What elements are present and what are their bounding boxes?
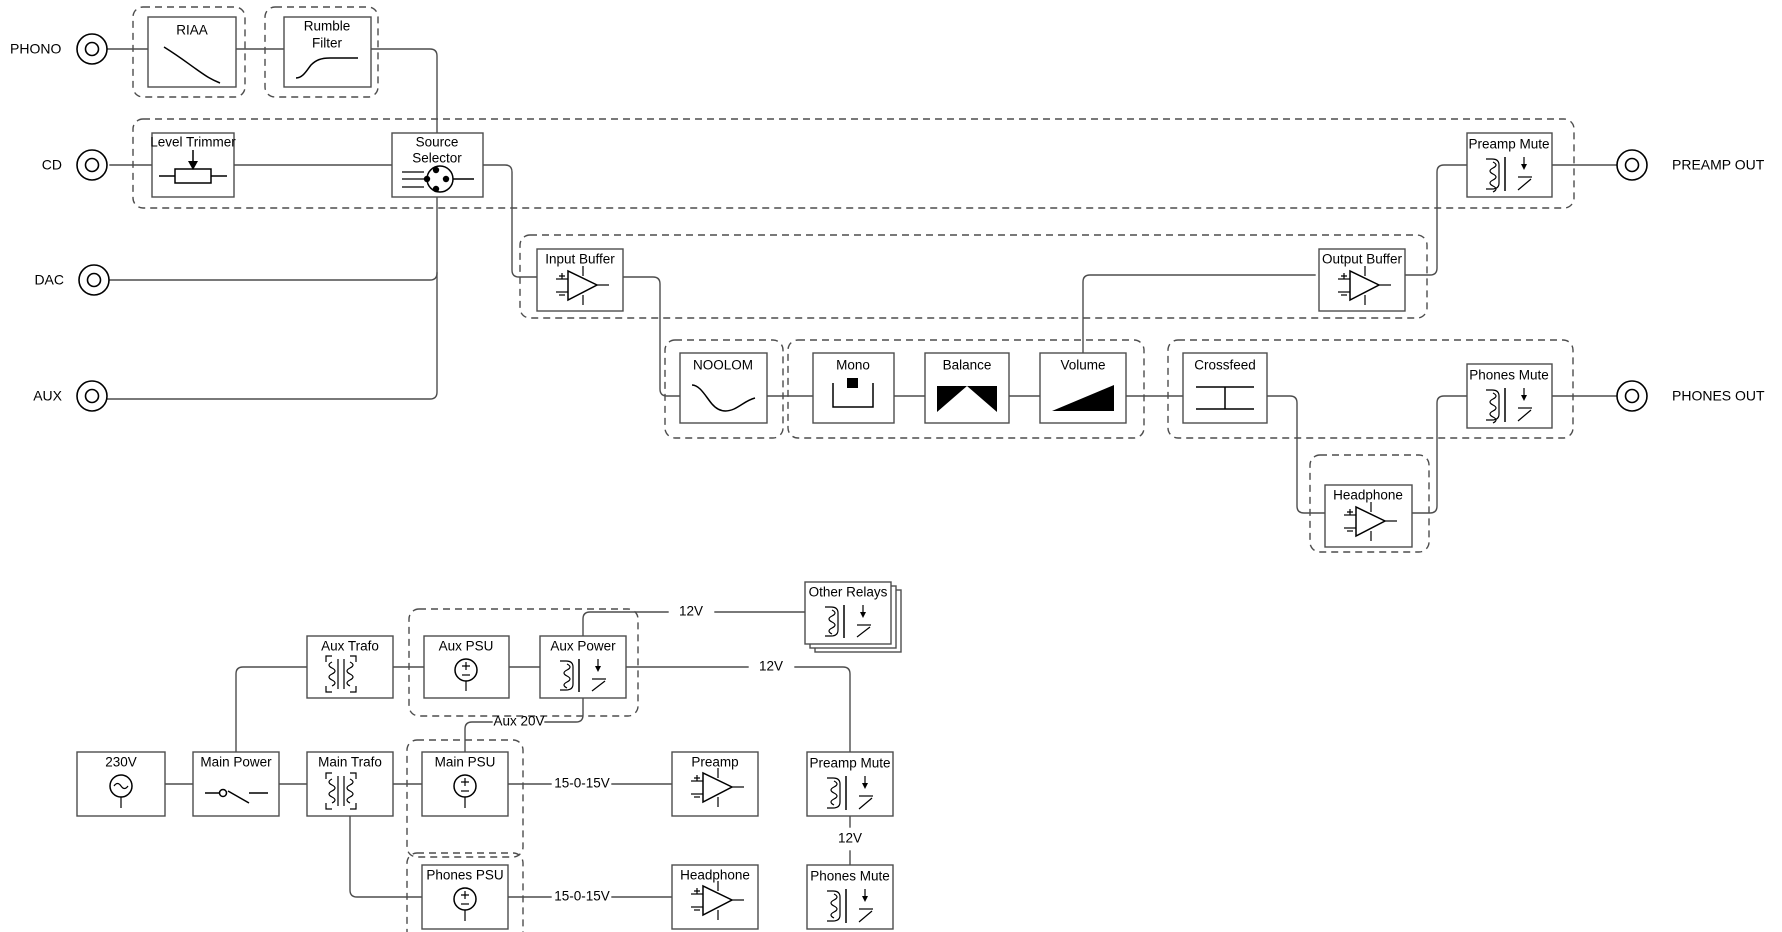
block-label-source-1: Source [416,135,459,150]
block-crossfeed[interactable]: Crossfeed [1182,352,1268,424]
input-label-phono: PHONO [10,41,61,57]
block-headphone-load[interactable]: Headphone [671,864,759,930]
wire-label-phones-rail: 15-0-15V [554,889,610,904]
wire-crossfeed-to-headphone [1266,395,1326,514]
wire-label-preamp-rail: 15-0-15V [554,776,610,791]
wire-outputbuffer-to-preampmute [1404,164,1468,276]
block-label-mono: Mono [836,358,870,373]
block-main-psu[interactable]: Main PSU [421,751,509,817]
block-preamp-mute-power[interactable]: Preamp Mute [806,751,894,817]
wire-label-mute-12v: 12V [838,831,862,846]
input-label-aux: AUX [33,388,62,404]
wire-selector-to-inputbuffer [482,164,538,278]
block-label-phones-mute: Phones Mute [1469,368,1549,383]
block-label-level-trimmer: Level Trimmer [150,135,236,150]
wire-mainpower-to-auxtrafo [235,666,308,754]
input-jack-cd[interactable] [76,149,108,181]
output-jack-preamp[interactable] [1616,149,1648,181]
wire-label-aux-12v: 12V [759,659,783,674]
block-label-mains: 230V [105,755,137,770]
wire-aux20v-a [544,696,584,723]
block-main-trafo[interactable]: Main Trafo [306,751,394,817]
block-source-selector[interactable]: Source Selector [391,132,484,198]
block-main-power[interactable]: Main Power [192,751,280,817]
block-diagram-canvas: PHONO CD DAC AUX PREAMP OUT PHONES OUT R… [0,0,1782,932]
block-label-phones-mute-power: Phones Mute [810,869,890,884]
output-label-preamp: PREAMP OUT [1672,157,1765,173]
block-other-relays[interactable]: Other Relays [804,581,902,653]
block-label-preamp-mute: Preamp Mute [1468,137,1549,152]
input-jack-aux[interactable] [76,380,108,412]
output-jack-phones[interactable] [1616,380,1648,412]
input-jack-phono[interactable] [76,33,108,65]
input-label-dac: DAC [34,272,64,288]
block-level-trimmer[interactable]: Level Trimmer [150,132,236,198]
block-mains-230v[interactable]: 230V [76,751,166,817]
wire-aux20v-b [464,721,493,754]
block-preamp-load[interactable]: Preamp [671,751,759,817]
block-volume[interactable]: Volume [1039,352,1127,424]
block-rumble-filter[interactable]: Rumble Filter [283,16,372,88]
block-label-main-power: Main Power [200,755,272,770]
input-jack-dac[interactable] [78,264,110,296]
block-aux-psu[interactable]: Aux PSU [423,635,510,699]
block-label-aux-power: Aux Power [550,639,616,654]
output-label-phones: PHONES OUT [1672,388,1765,404]
block-noolom[interactable]: NOOLOM [679,352,768,424]
block-label-output-buffer: Output Buffer [1322,252,1403,267]
block-label-source-2: Selector [412,151,462,166]
block-riaa[interactable]: RIAA [147,16,237,88]
block-label-preamp-load: Preamp [691,755,738,770]
block-phones-psu[interactable]: Phones PSU [421,864,509,930]
block-label-phones-psu: Phones PSU [426,868,503,883]
block-label-rumble-1: Rumble [304,19,351,34]
block-label-main-psu: Main PSU [435,755,496,770]
wire-inputbuffer-to-noolom [622,276,681,397]
block-aux-trafo[interactable]: Aux Trafo [306,635,394,699]
block-label-balance: Balance [943,358,992,373]
block-output-buffer[interactable]: Output Buffer [1318,248,1406,312]
block-input-buffer[interactable]: Input Buffer [536,248,624,312]
block-label-input-buffer: Input Buffer [545,252,615,267]
input-label-cd: CD [42,157,62,173]
block-phones-mute-power[interactable]: Phones Mute [806,864,894,930]
wire-label-relay-12v: 12V [679,604,703,619]
block-mono[interactable]: Mono [812,352,895,424]
block-aux-power[interactable]: Aux Power [539,635,627,699]
block-preamp-mute[interactable]: Preamp Mute [1466,132,1553,198]
wire-auxpower-to-12v-relays-a [582,611,669,638]
diagram-svg: PHONO CD DAC AUX PREAMP OUT PHONES OUT R… [10,6,1765,932]
block-label-other-relays: Other Relays [809,585,888,600]
block-label-rumble-2: Filter [312,36,343,51]
block-phones-mute[interactable]: Phones Mute [1466,363,1553,429]
block-label-headphone-amp: Headphone [1333,488,1403,503]
block-label-crossfeed: Crossfeed [1194,358,1256,373]
block-label-noolom: NOOLOM [693,358,753,373]
block-label-aux-trafo: Aux Trafo [321,639,379,654]
block-balance[interactable]: Balance [924,352,1010,424]
group-source-path [132,118,1575,209]
wire-volume-to-outputbuffer [1082,274,1316,366]
block-label-preamp-mute-power: Preamp Mute [809,756,890,771]
block-label-headphone-load: Headphone [680,868,750,883]
block-label-volume: Volume [1060,358,1105,373]
block-label-aux-psu: Aux PSU [439,639,494,654]
group-buffer-path [519,234,1428,319]
block-label-main-trafo: Main Trafo [318,755,382,770]
wire-rumble-to-aux-bus [91,48,438,400]
block-label-riaa: RIAA [176,23,208,38]
block-headphone-amp[interactable]: Headphone [1324,484,1413,548]
wire-dac-to-selector [109,272,438,281]
wire-auxpower-12v-right-b [794,666,851,754]
wire-label-aux-20v: Aux 20V [493,714,544,729]
